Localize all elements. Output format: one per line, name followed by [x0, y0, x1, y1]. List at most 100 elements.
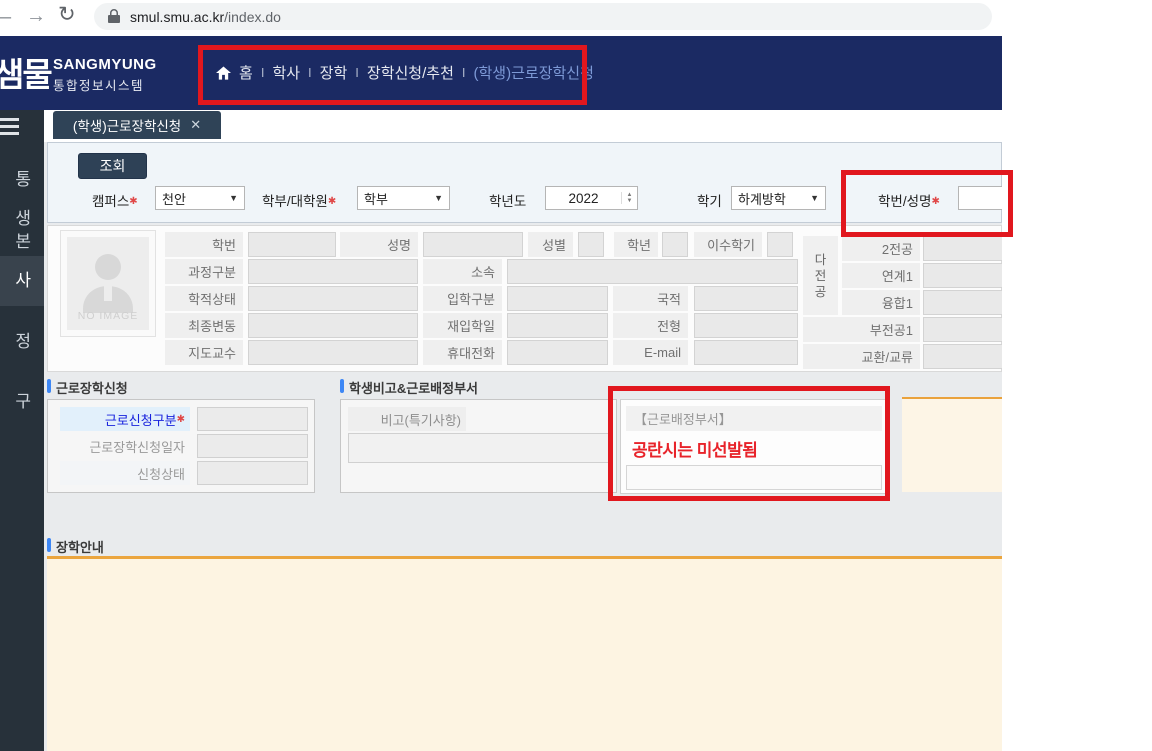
field-nationality	[694, 286, 798, 311]
url-text: smul.smu.ac.kr/index.do	[130, 9, 281, 25]
required-asterisk: ✱	[177, 414, 185, 425]
logo-script: 샘물	[0, 48, 51, 96]
label-hakbun: 학번	[165, 232, 243, 257]
field-dept	[507, 259, 798, 284]
forward-icon[interactable]: →	[26, 6, 46, 26]
field-readmission	[507, 313, 608, 338]
label-gender: 성별	[528, 232, 573, 257]
label-admission: 입학구분	[423, 286, 502, 311]
tab-workstudy-apply[interactable]: (학생)근로장학신청 ✕	[53, 111, 221, 139]
year-label: 학년도	[489, 190, 526, 210]
field-status	[248, 286, 418, 311]
term-select[interactable]: 하계방학▼	[731, 186, 826, 210]
label-exchange: 교환/교류	[803, 344, 920, 369]
field-linked1	[923, 263, 1008, 288]
side-notice-panel	[902, 397, 1012, 492]
remark-note-field	[348, 433, 609, 463]
year-stepper[interactable]: 2022 ▲▼	[545, 186, 638, 210]
work-type-label: 근로신청구분✱	[60, 407, 190, 431]
label-semesters: 이수학기	[694, 232, 762, 257]
stepper-down-icon: ▼	[627, 198, 633, 204]
field-hakbun	[248, 232, 336, 257]
label-mobile: 휴대전화	[423, 340, 502, 365]
field-grade	[662, 232, 688, 257]
label-convergence1: 융합1	[842, 290, 920, 315]
campus-select[interactable]: 천안▼	[155, 186, 245, 210]
division-label: 학부/대학원✱	[262, 190, 336, 210]
sidebar: 통 생 본 사 정 구	[0, 110, 44, 751]
work-type-field	[197, 407, 308, 431]
field-mobile	[507, 340, 608, 365]
scholarship-info-title: 장학안내	[56, 537, 104, 556]
close-icon[interactable]: ✕	[190, 117, 201, 133]
field-admission	[507, 286, 608, 311]
stepper-arrows[interactable]: ▲▼	[621, 192, 637, 204]
padlock-icon	[108, 9, 120, 24]
division-select[interactable]: 학부▼	[357, 186, 450, 210]
section-bullet	[47, 538, 51, 552]
required-asterisk: ✱	[328, 196, 336, 207]
field-email	[694, 340, 798, 365]
label-readmission: 재입학일	[423, 313, 502, 338]
label-dept: 소속	[423, 259, 502, 284]
campus-label: 캠퍼스✱	[92, 190, 138, 210]
label-minor1: 부전공1	[803, 317, 920, 342]
url-bar[interactable]: smul.smu.ac.kr/index.do	[94, 3, 992, 30]
field-minor1	[923, 317, 1008, 342]
label-status: 학적상태	[165, 286, 243, 311]
field-semesters	[767, 232, 793, 257]
field-convergence1	[923, 290, 1008, 315]
work-date-field	[197, 434, 308, 458]
browser-toolbar: – → ↻ smul.smu.ac.kr/index.do	[0, 0, 1002, 35]
apply-status-label: 신청상태	[60, 461, 190, 485]
sidebar-item-5[interactable]: 구	[0, 390, 44, 413]
apply-status-field	[197, 461, 308, 485]
scholarship-info-panel	[47, 556, 1002, 751]
photo-frame: NO IMAGE	[67, 237, 149, 330]
sidebar-item-4[interactable]: 정	[0, 330, 44, 353]
student-photo-placeholder: NO IMAGE	[60, 230, 156, 337]
reload-icon[interactable]: ↻	[58, 5, 76, 25]
label-grade: 학년	[614, 232, 658, 257]
annotation-box-nav	[198, 45, 587, 105]
field-course	[248, 259, 418, 284]
label-advisor: 지도교수	[165, 340, 243, 365]
field-last-change	[248, 313, 418, 338]
section-bullet	[340, 379, 344, 393]
no-image-text: NO IMAGE	[67, 310, 149, 322]
remark-note-label: 비고(특기사항)	[348, 407, 466, 431]
section-bullet	[47, 379, 51, 393]
label-multi-major: 다전공	[803, 236, 838, 315]
screenshot-root: – → ↻ smul.smu.ac.kr/index.do 샘물 SANGMYU…	[0, 0, 1152, 751]
annotation-box-assign-dept	[608, 386, 890, 501]
url-host: smul.smu.ac.kr	[130, 9, 224, 25]
label-track: 전형	[613, 313, 688, 338]
field-name	[423, 232, 523, 257]
query-button[interactable]: 조회	[78, 153, 147, 179]
label-second-major: 2전공	[842, 236, 920, 261]
chevron-down-icon: ▼	[434, 193, 443, 203]
chevron-down-icon: ▼	[810, 193, 819, 203]
work-date-label: 근로장학신청일자	[60, 434, 190, 458]
field-gender	[578, 232, 604, 257]
label-last-change: 최종변동	[165, 313, 243, 338]
brand-subtitle: 통합정보시스템	[53, 75, 144, 94]
label-course: 과정구분	[165, 259, 243, 284]
label-email: E-mail	[613, 340, 688, 365]
url-path: /index.do	[224, 9, 281, 25]
label-linked1: 연계1	[842, 263, 920, 288]
remark-section-title: 학생비고&근로배정부서	[349, 378, 478, 397]
work-apply-section-title: 근로장학신청	[56, 378, 128, 397]
back-icon[interactable]: –	[0, 7, 11, 27]
label-name: 성명	[340, 232, 418, 257]
field-track	[694, 313, 798, 338]
tab-label: (학생)근로장학신청	[73, 115, 181, 135]
field-exchange	[923, 344, 1008, 369]
screenshot-crop-area	[1002, 0, 1152, 751]
sidebar-item-3[interactable]: 사	[0, 269, 44, 292]
field-second-major	[923, 236, 1008, 261]
sidebar-item-2[interactable]: 생 본	[0, 207, 44, 253]
year-value: 2022	[546, 191, 621, 206]
label-nationality: 국적	[613, 286, 688, 311]
sidebar-item-1[interactable]: 통	[0, 168, 44, 191]
